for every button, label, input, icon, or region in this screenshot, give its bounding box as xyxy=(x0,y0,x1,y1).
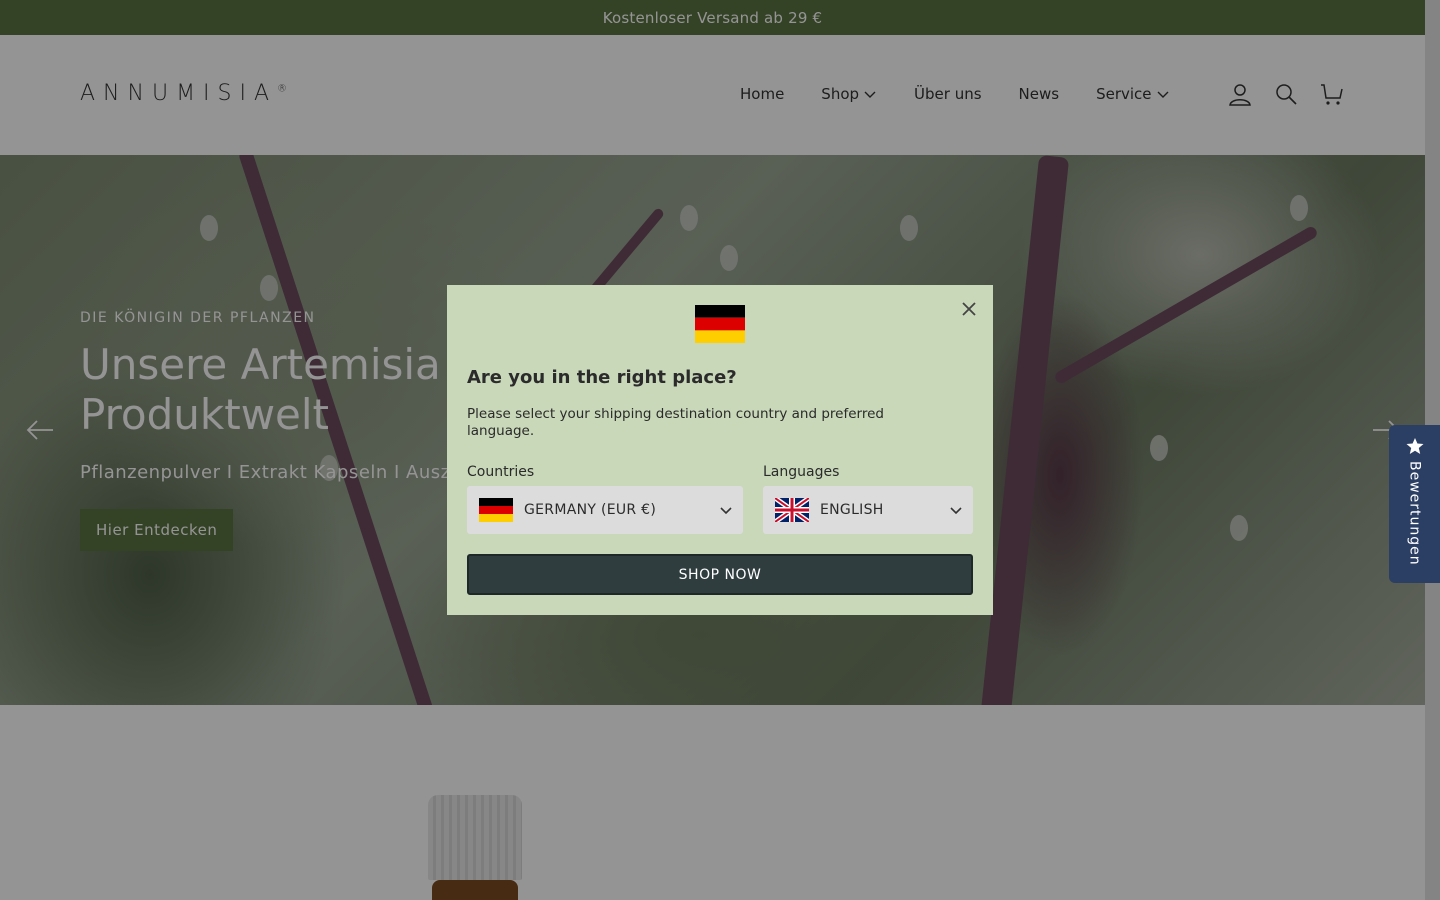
uk-flag-icon xyxy=(775,498,809,522)
chevron-down-icon xyxy=(950,507,962,515)
languages-label: Languages xyxy=(763,464,840,480)
countries-label: Countries xyxy=(467,464,535,480)
close-icon[interactable] xyxy=(959,299,979,319)
language-select-value: ENGLISH xyxy=(820,502,884,518)
country-select-value: GERMANY (EUR €) xyxy=(524,502,657,518)
chevron-down-icon xyxy=(720,507,732,515)
modal-description: Please select your shipping destination … xyxy=(467,406,884,439)
germany-flag-icon xyxy=(479,498,513,522)
star-ribbon-icon xyxy=(1406,438,1423,454)
reviews-tab[interactable]: Bewertungen xyxy=(1389,425,1440,583)
country-select[interactable]: GERMANY (EUR €) xyxy=(467,486,743,534)
modal-title: Are you in the right place? xyxy=(467,367,737,388)
reviews-label: Bewertungen xyxy=(1406,461,1423,566)
germany-flag-icon xyxy=(695,305,745,343)
language-select[interactable]: ENGLISH xyxy=(763,486,973,534)
shop-now-button[interactable]: SHOP NOW xyxy=(467,554,973,595)
region-modal: Are you in the right place? Please selec… xyxy=(447,285,993,615)
